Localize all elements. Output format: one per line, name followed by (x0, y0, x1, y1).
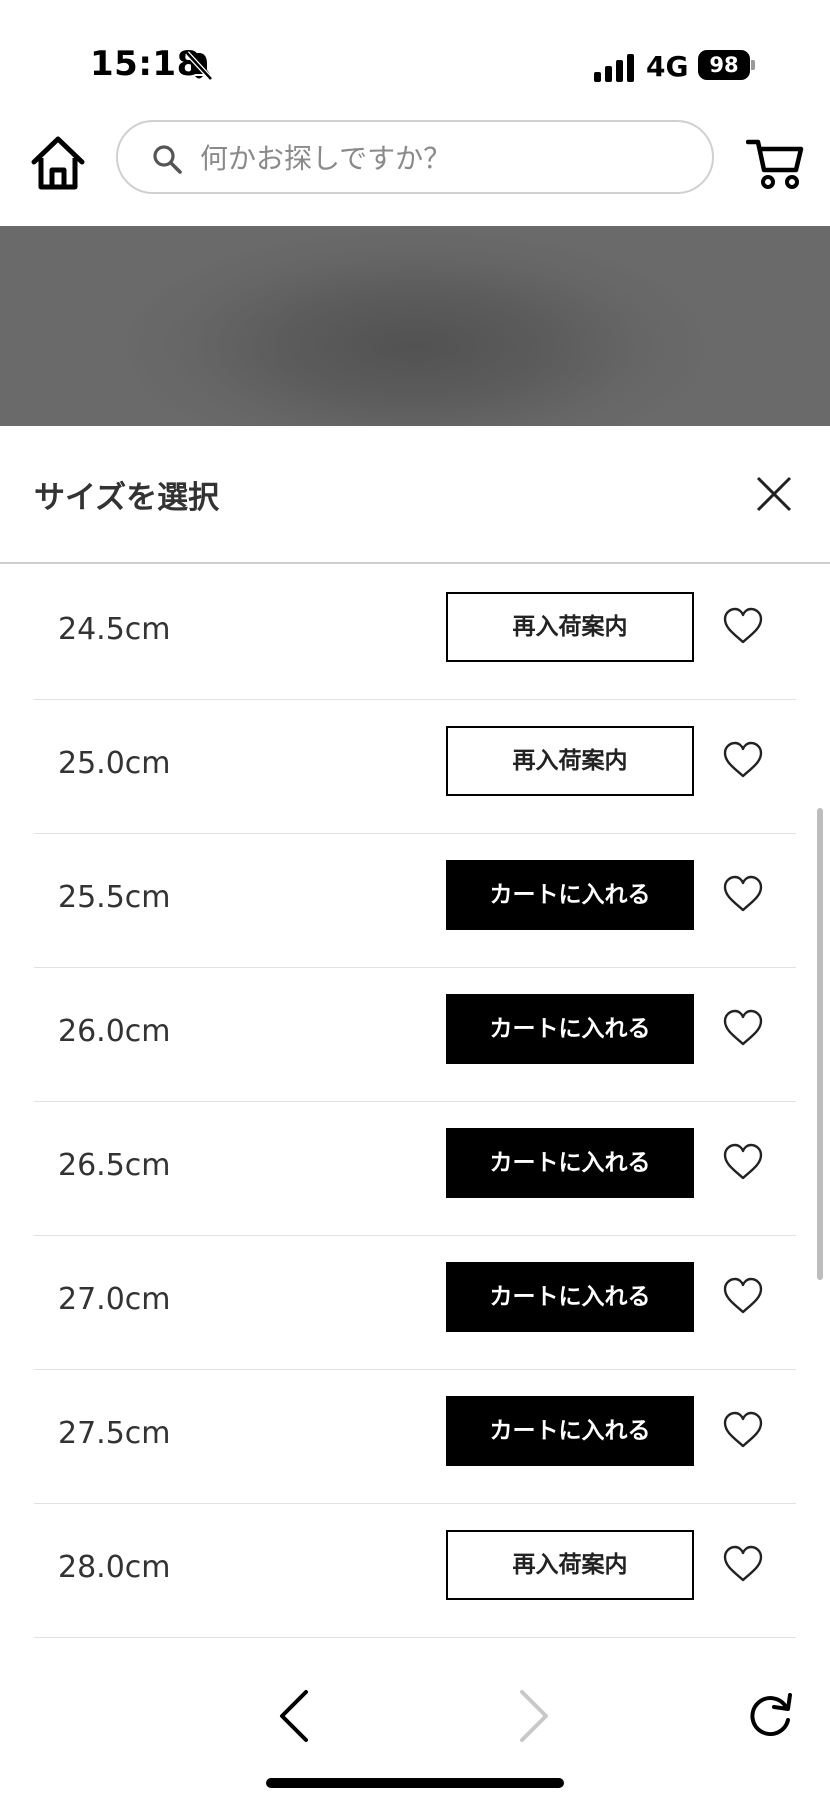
restock-notify-button[interactable]: 再入荷案内 (446, 1530, 694, 1600)
heart-icon[interactable] (722, 874, 764, 914)
size-row: 26.0cm カートに入れる (34, 968, 796, 1102)
size-row: 24.5cm 再入荷案内 (34, 566, 796, 700)
home-indicator (266, 1778, 564, 1788)
reload-icon[interactable] (746, 1690, 794, 1740)
size-label: 28.0cm (58, 1550, 171, 1585)
battery-level: 98 (698, 50, 750, 80)
heart-icon[interactable] (722, 1544, 764, 1584)
add-to-cart-button[interactable]: カートに入れる (446, 1128, 694, 1198)
home-icon[interactable] (30, 134, 86, 192)
close-icon[interactable] (754, 474, 794, 514)
heart-icon[interactable] (722, 1008, 764, 1048)
heart-icon[interactable] (722, 1276, 764, 1316)
scrollbar[interactable] (817, 808, 823, 1280)
heart-icon[interactable] (722, 606, 764, 646)
browser-toolbar (0, 1660, 830, 1804)
sheet-header: サイズを選択 (0, 426, 830, 564)
size-label: 25.5cm (58, 880, 171, 915)
size-label: 26.5cm (58, 1148, 171, 1183)
heart-icon[interactable] (722, 1142, 764, 1182)
chevron-left-icon[interactable] (276, 1688, 312, 1744)
product-image-backdrop (0, 226, 830, 426)
bell-slash-icon (185, 51, 213, 81)
app-header (0, 112, 830, 226)
size-row: 25.5cm カートに入れる (34, 834, 796, 968)
restock-notify-button[interactable]: 再入荷案内 (446, 726, 694, 796)
battery-indicator: 98 (698, 50, 756, 80)
size-row: 27.0cm カートに入れる (34, 1236, 796, 1370)
add-to-cart-button[interactable]: カートに入れる (446, 1262, 694, 1332)
size-row: 28.0cm 再入荷案内 (34, 1504, 796, 1638)
status-bar: 15:18 4G 98 (0, 0, 830, 112)
size-label: 24.5cm (58, 612, 171, 647)
search-input[interactable] (200, 134, 680, 182)
sheet-title: サイズを選択 (34, 480, 220, 516)
size-label: 27.0cm (58, 1282, 171, 1317)
size-row: 26.5cm カートに入れる (34, 1102, 796, 1236)
network-label: 4G (646, 50, 689, 83)
size-list: 24.5cm 再入荷案内 25.0cm 再入荷案内 25.5cm カートに入れる… (0, 566, 830, 1638)
size-label: 26.0cm (58, 1014, 171, 1049)
size-row: 25.0cm 再入荷案内 (34, 700, 796, 834)
heart-icon[interactable] (722, 1410, 764, 1450)
search-icon (153, 145, 182, 174)
restock-notify-button[interactable]: 再入荷案内 (446, 592, 694, 662)
size-row: 27.5cm カートに入れる (34, 1370, 796, 1504)
chevron-right-icon[interactable] (516, 1688, 552, 1744)
heart-icon[interactable] (722, 740, 764, 780)
add-to-cart-button[interactable]: カートに入れる (446, 994, 694, 1064)
size-label: 25.0cm (58, 746, 171, 781)
battery-tip (751, 60, 755, 70)
add-to-cart-button[interactable]: カートに入れる (446, 860, 694, 930)
size-selection-sheet: サイズを選択 24.5cm 再入荷案内 25.0cm 再入荷案内 25.5cm … (0, 426, 830, 1804)
add-to-cart-button[interactable]: カートに入れる (446, 1396, 694, 1466)
cart-icon[interactable] (746, 134, 804, 192)
signal-icon (594, 54, 634, 82)
size-label: 27.5cm (58, 1416, 171, 1451)
search-box[interactable] (116, 120, 714, 194)
